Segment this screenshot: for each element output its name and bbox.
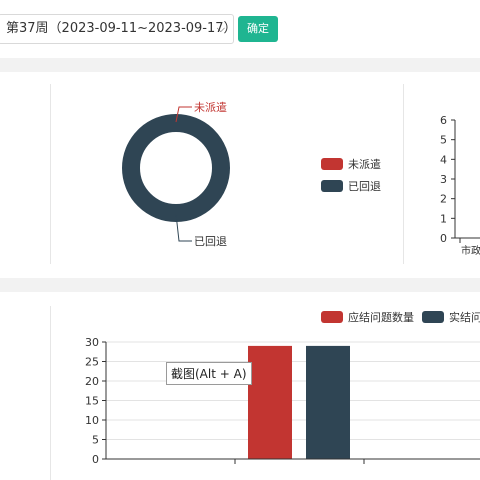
x-tick-label: 市政 [461, 244, 480, 257]
bar-closed [306, 345, 350, 459]
y-tick-label: 0 [92, 453, 99, 466]
y-tick-label: 15 [85, 395, 99, 408]
bar-chart: 应结问题数量 实结问 0 5 10 15 20 25 30 [85, 310, 480, 466]
legend-label-due: 应结问题数量 [348, 310, 414, 324]
slice-label-undispatched: 未派遣 [194, 100, 227, 114]
donut-chart: 未派遣 已回退 未派遣 已回退 0 1 2 3 4 5 6 市政 [122, 100, 480, 257]
y-tick-label: 5 [92, 434, 99, 447]
legend-swatch-due [321, 311, 343, 323]
summary-panel: 未派遣 已回退 未派遣 已回退 0 1 2 3 4 5 6 市政 [0, 72, 480, 278]
slice-label-returned: 已回退 [194, 235, 227, 248]
legend-label-returned: 已回退 [348, 180, 381, 193]
legend-swatch-returned [321, 180, 343, 192]
tooltip-text: 截图(Alt + A) [171, 367, 247, 381]
legend-swatch-closed [422, 311, 444, 323]
y-tick-label: 3 [440, 173, 447, 186]
bars [248, 345, 350, 459]
legend-swatch-undispatched [321, 158, 343, 170]
y-tick-label: 20 [85, 375, 99, 388]
y-tick-label: 10 [85, 414, 99, 427]
y-tick-label: 6 [440, 114, 447, 127]
week-select-value: 第37周（2023-09-11~2023-09-17） [6, 21, 237, 36]
y-tick-label: 25 [85, 356, 99, 369]
y-tick-label: 0 [440, 232, 447, 245]
grid-lines [106, 341, 480, 440]
y-tick-label: 5 [440, 134, 447, 147]
problem-count-panel: 应结问题数量 实结问 0 5 10 15 20 25 30 截图(Alt + A) [0, 292, 480, 480]
chevron-down-icon: ⌵ [216, 22, 225, 35]
bar-due [248, 345, 292, 459]
y-tick-label: 4 [440, 153, 447, 166]
bar-chart-yaxis: 0 1 2 3 4 5 6 [440, 114, 480, 245]
y-tick-label: 2 [440, 193, 447, 206]
legend-label-undispatched: 未派遣 [348, 157, 381, 171]
legend-label-closed: 实结问 [449, 310, 480, 324]
confirm-button[interactable]: 确定 [238, 16, 278, 42]
screenshot-tooltip: 截图(Alt + A) [166, 362, 252, 385]
y-tick-label: 30 [85, 336, 99, 349]
week-select[interactable]: 第37周（2023-09-11~2023-09-17） ⌵ [0, 14, 237, 44]
donut-slice-returned [122, 114, 230, 222]
y-tick-label: 1 [440, 212, 447, 225]
toolbar: 第37周（2023-09-11~2023-09-17） ⌵ 确定 [0, 0, 480, 58]
